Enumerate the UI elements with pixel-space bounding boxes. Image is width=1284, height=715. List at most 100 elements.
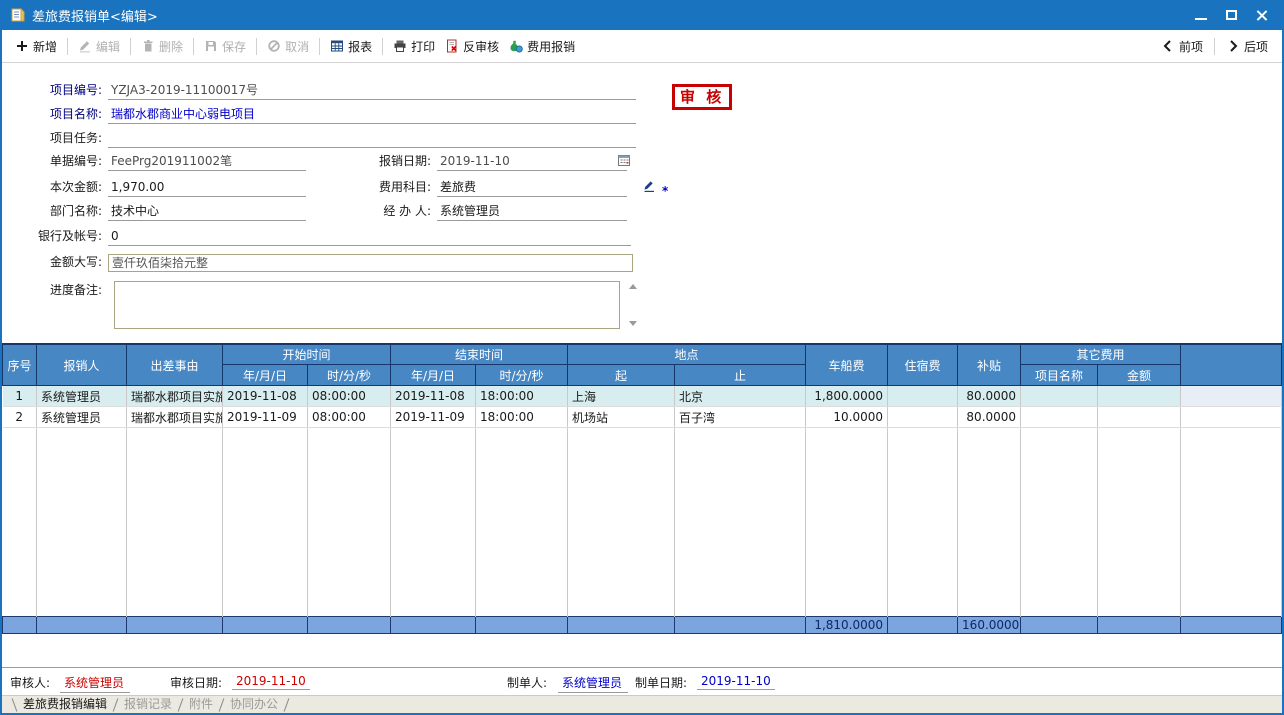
- empty-row-cell: [806, 596, 888, 617]
- department-field[interactable]: 技术中心: [108, 203, 306, 221]
- tab-expense-edit[interactable]: 差旅费报销编辑: [15, 696, 115, 713]
- table-row-cell[interactable]: 18:00:00: [476, 407, 568, 428]
- project-no-field[interactable]: YZJA3-2019-11100017号: [108, 82, 636, 100]
- totals-row-cell: 160.0000: [958, 617, 1021, 634]
- table-row-cell[interactable]: 10.0000: [806, 407, 888, 428]
- unaudit-button[interactable]: 反审核: [440, 35, 504, 58]
- table-row-cell[interactable]: 80.0000: [958, 386, 1021, 407]
- empty-row: [3, 575, 1282, 596]
- totals-row: 1,810.0000160.0000: [3, 617, 1282, 634]
- table-row-cell[interactable]: 系统管理员: [37, 407, 127, 428]
- print-button[interactable]: 打印: [388, 35, 440, 58]
- project-task-field[interactable]: [108, 130, 636, 148]
- close-button[interactable]: [1246, 3, 1276, 27]
- table-row[interactable]: 2系统管理员瑞都水郡项目实施2019-11-0908:00:002019-11-…: [3, 407, 1282, 428]
- table-row-cell[interactable]: [1181, 386, 1282, 407]
- empty-row-cell: [568, 449, 675, 470]
- table-row-cell[interactable]: 上海: [568, 386, 675, 407]
- table-row-cell[interactable]: [888, 407, 958, 428]
- table-row-cell[interactable]: 瑞都水郡项目实施: [127, 386, 223, 407]
- empty-row-cell: [391, 449, 476, 470]
- table-row-cell[interactable]: [1021, 386, 1098, 407]
- save-button[interactable]: 保存: [199, 35, 251, 58]
- totals-row-cell: [1021, 617, 1098, 634]
- col-header-from: 起: [568, 365, 675, 386]
- empty-row-cell: [127, 491, 223, 512]
- table-row-cell[interactable]: 瑞都水郡项目实施: [127, 407, 223, 428]
- table-row-cell[interactable]: 08:00:00: [308, 386, 391, 407]
- empty-row-cell: [568, 533, 675, 554]
- empty-row-cell: [127, 533, 223, 554]
- empty-row-cell: [888, 533, 958, 554]
- table-row-cell[interactable]: 2019-11-08: [223, 386, 308, 407]
- table-row-cell[interactable]: [888, 386, 958, 407]
- expense-subject-field[interactable]: 差旅费: [437, 179, 627, 197]
- table-row-cell[interactable]: 系统管理员: [37, 386, 127, 407]
- empty-row-cell: [958, 491, 1021, 512]
- empty-row-cell: [308, 575, 391, 596]
- table-row-cell[interactable]: 2: [3, 407, 37, 428]
- calendar-icon[interactable]: [617, 153, 631, 167]
- empty-row-cell: [1021, 575, 1098, 596]
- expense-claim-button[interactable]: 费用报销: [504, 35, 580, 58]
- next-item-button[interactable]: 后项: [1220, 35, 1274, 58]
- empty-row-cell: [1098, 491, 1181, 512]
- claim-date-field[interactable]: 2019-11-10: [437, 153, 627, 171]
- tab-attachments[interactable]: 附件: [181, 696, 221, 713]
- empty-row: [3, 470, 1282, 491]
- amount-field[interactable]: 1,970.00: [108, 179, 306, 197]
- table-row-cell[interactable]: [1021, 407, 1098, 428]
- edit-button[interactable]: 编辑: [73, 35, 125, 58]
- empty-row-cell: [1098, 554, 1181, 575]
- empty-row-cell: [888, 470, 958, 491]
- table-row-cell[interactable]: 08:00:00: [308, 407, 391, 428]
- amount-words-field[interactable]: 壹仟玖佰柒拾元整: [108, 254, 633, 272]
- tab-collaboration[interactable]: 协同办公: [222, 696, 286, 713]
- scroll-up-arrow[interactable]: [629, 284, 637, 289]
- empty-row-cell: [476, 575, 568, 596]
- report-button[interactable]: 报表: [325, 35, 377, 58]
- project-name-field[interactable]: 瑞都水郡商业中心弱电项目: [108, 106, 636, 124]
- empty-row-cell: [1181, 512, 1282, 533]
- empty-row-cell: [476, 449, 568, 470]
- table-row-cell[interactable]: 1: [3, 386, 37, 407]
- edit-button-label: 编辑: [96, 38, 120, 55]
- table-row[interactable]: 1系统管理员瑞都水郡项目实施2019-11-0808:00:002019-11-…: [3, 386, 1282, 407]
- empty-row-cell: [675, 596, 806, 617]
- totals-row-cell: [675, 617, 806, 634]
- empty-row-cell: [806, 554, 888, 575]
- empty-row-cell: [127, 554, 223, 575]
- new-button[interactable]: 新增: [10, 35, 62, 58]
- table-row-cell[interactable]: 北京: [675, 386, 806, 407]
- tab-claim-records[interactable]: 报销记录: [116, 696, 180, 713]
- table-row-cell[interactable]: 2019-11-09: [391, 407, 476, 428]
- table-row-cell[interactable]: [1098, 407, 1181, 428]
- table-row-cell[interactable]: 18:00:00: [476, 386, 568, 407]
- empty-row-cell: [888, 596, 958, 617]
- bank-account-field[interactable]: 0: [108, 228, 631, 246]
- col-header-transport: 车船费: [806, 345, 888, 386]
- empty-row-cell: [888, 554, 958, 575]
- table-row-cell[interactable]: 百子湾: [675, 407, 806, 428]
- empty-row-cell: [308, 470, 391, 491]
- edit-pen-icon[interactable]: [642, 179, 656, 193]
- cancel-button[interactable]: 取消: [262, 35, 314, 58]
- table-row-cell[interactable]: 机场站: [568, 407, 675, 428]
- delete-button[interactable]: 删除: [136, 35, 188, 58]
- scroll-down-arrow[interactable]: [629, 321, 637, 326]
- table-row-cell[interactable]: [1181, 407, 1282, 428]
- prev-item-button[interactable]: 前项: [1155, 35, 1209, 58]
- empty-row-cell: [223, 575, 308, 596]
- maximize-button[interactable]: [1216, 3, 1246, 27]
- table-row-cell[interactable]: 2019-11-08: [391, 386, 476, 407]
- handler-field[interactable]: 系统管理员: [437, 203, 627, 221]
- empty-row-cell: [958, 449, 1021, 470]
- doc-no-field[interactable]: FeePrg201911002笔: [108, 153, 306, 171]
- progress-note-field[interactable]: [114, 281, 620, 329]
- table-row-cell[interactable]: 1,800.0000: [806, 386, 888, 407]
- empty-row-cell: [806, 428, 888, 449]
- table-row-cell[interactable]: [1098, 386, 1181, 407]
- table-row-cell[interactable]: 2019-11-09: [223, 407, 308, 428]
- minimize-button[interactable]: [1186, 3, 1216, 27]
- table-row-cell[interactable]: 80.0000: [958, 407, 1021, 428]
